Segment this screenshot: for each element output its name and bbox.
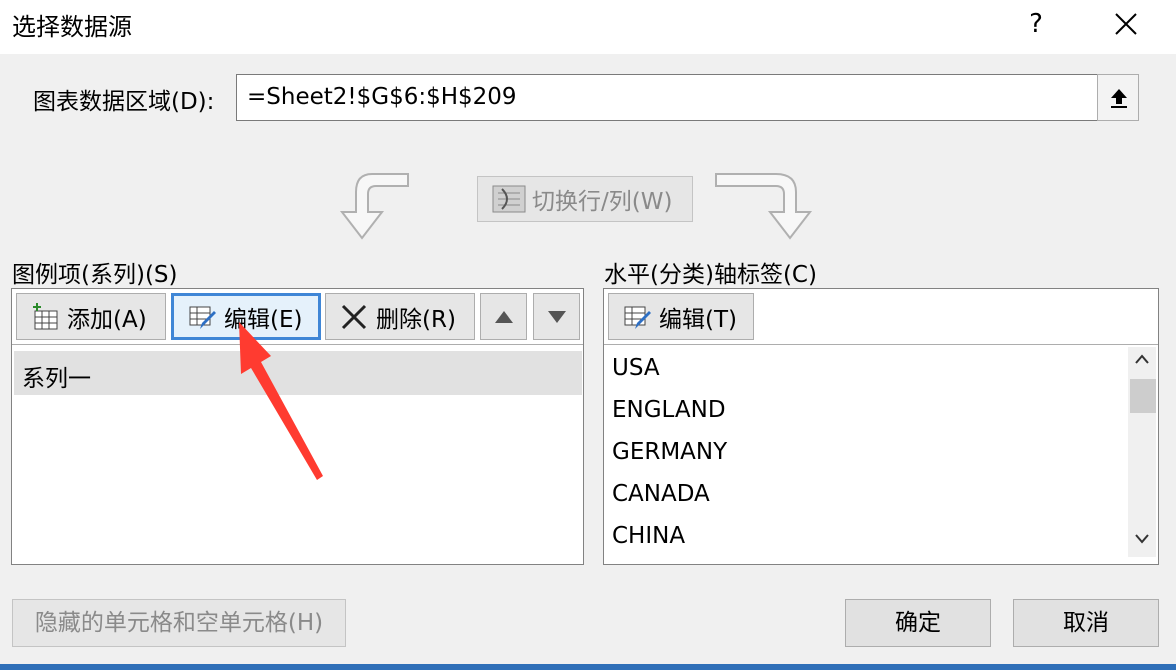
collapse-dialog-button[interactable] bbox=[1097, 74, 1139, 121]
move-down-button[interactable] bbox=[533, 293, 580, 340]
title-bar: 选择数据源 ? bbox=[0, 0, 1176, 54]
delete-series-button[interactable]: 删除(R) bbox=[325, 293, 475, 340]
axis-section-label: 水平(分类)轴标签(C) bbox=[604, 262, 817, 288]
switch-icon bbox=[492, 185, 526, 213]
delete-x-icon bbox=[341, 304, 367, 329]
help-button[interactable]: ? bbox=[1012, 4, 1060, 44]
scroll-thumb[interactable] bbox=[1130, 379, 1156, 413]
edit-axis-label: 编辑(T) bbox=[659, 306, 737, 333]
axis-list-item[interactable]: ENGLAND bbox=[612, 397, 726, 423]
switch-row-column-button[interactable]: 切换行/列(W) bbox=[477, 176, 693, 222]
triangle-up-icon bbox=[494, 310, 513, 323]
axis-list-item[interactable]: CANADA bbox=[612, 481, 710, 507]
range-label: 图表数据区域(D): bbox=[33, 89, 215, 115]
curved-arrow-left-icon bbox=[339, 173, 409, 240]
annotation-arrow-icon bbox=[239, 322, 323, 480]
axis-scrollbar[interactable] bbox=[1128, 347, 1156, 557]
move-up-button[interactable] bbox=[480, 293, 527, 340]
cancel-button[interactable]: 取消 bbox=[1013, 599, 1159, 647]
edit-table-icon bbox=[624, 306, 651, 329]
axis-list-item[interactable]: CHINA bbox=[612, 523, 685, 549]
add-table-icon bbox=[33, 302, 58, 329]
axis-toolbar: 编辑(T) bbox=[604, 289, 1158, 345]
upload-arrow-icon bbox=[1111, 89, 1127, 108]
range-input[interactable]: =Sheet2!$G$6:$H$209 bbox=[236, 74, 1098, 121]
chevron-up-icon[interactable] bbox=[1134, 353, 1150, 365]
add-series-label: 添加(A) bbox=[67, 306, 147, 333]
window-title: 选择数据源 bbox=[12, 13, 132, 41]
delete-series-label: 删除(R) bbox=[376, 306, 456, 333]
add-series-button[interactable]: 添加(A) bbox=[16, 293, 166, 340]
switch-label: 切换行/列(W) bbox=[532, 189, 673, 215]
axis-list-item[interactable]: GERMANY bbox=[612, 439, 727, 465]
curved-arrow-right-icon bbox=[715, 173, 813, 240]
close-icon bbox=[1115, 13, 1137, 35]
window-bottom-border bbox=[0, 664, 1176, 670]
axis-list-item[interactable]: USA bbox=[612, 355, 660, 381]
edit-table-icon bbox=[189, 306, 216, 329]
legend-section-label: 图例项(系列)(S) bbox=[12, 262, 178, 288]
edit-axis-button[interactable]: 编辑(T) bbox=[608, 293, 754, 340]
hidden-empty-cells-button[interactable]: 隐藏的单元格和空单元格(H) bbox=[12, 599, 346, 647]
triangle-down-icon bbox=[547, 310, 566, 323]
ok-button[interactable]: 确定 bbox=[845, 599, 991, 647]
axis-panel: 编辑(T) USA ENGLAND GERMANY CANADA CHINA bbox=[603, 288, 1159, 565]
close-button[interactable] bbox=[1100, 4, 1152, 44]
chevron-down-icon[interactable] bbox=[1134, 533, 1150, 545]
